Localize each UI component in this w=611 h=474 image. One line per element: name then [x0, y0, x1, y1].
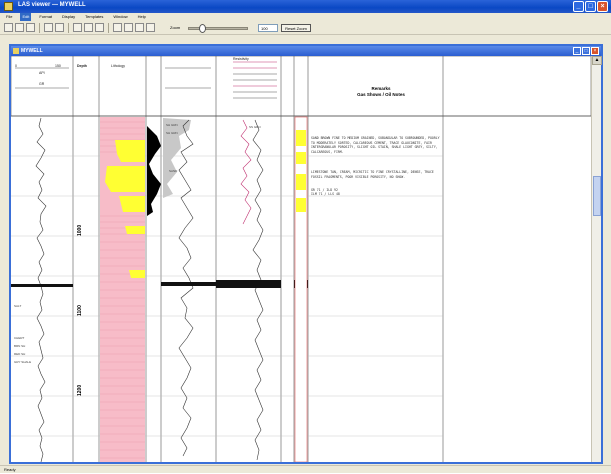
toolbar-separator — [39, 22, 40, 33]
copy-icon[interactable] — [84, 23, 93, 32]
svg-text:RED SH: RED SH — [14, 352, 25, 356]
menu-bar: File Edit Format Display Templates Windo… — [0, 13, 611, 21]
svg-text:CHERT: CHERT — [14, 336, 24, 340]
depth-mark-1000: 1000 — [77, 224, 83, 236]
zoom-out-icon[interactable] — [124, 23, 133, 32]
document-controls: _ □ × — [573, 47, 599, 55]
title-bar[interactable]: LAS viewer — MYWELL _ □ × — [0, 0, 611, 13]
application-window: LAS viewer — MYWELL _ □ × File Edit Form… — [0, 0, 611, 473]
doc-maximize-button[interactable]: □ — [582, 47, 590, 55]
scroll-up-icon[interactable]: ▲ — [592, 56, 602, 65]
reset-zoom-button[interactable]: Reset Zoom — [281, 24, 311, 32]
gr-units: API — [39, 71, 45, 75]
new-file-icon[interactable] — [4, 23, 13, 32]
menu-display[interactable]: Display — [60, 13, 77, 21]
document-window: MYWELL _ □ × SALT CHERT BRN SH RED SH GR… — [9, 44, 603, 464]
resistivity-shallow-curve — [252, 119, 264, 461]
print-preview-icon[interactable] — [55, 23, 64, 32]
window-controls: _ □ × — [573, 1, 608, 12]
document-title: MYWELL — [21, 48, 43, 54]
scroll-thumb[interactable] — [593, 176, 601, 216]
depth-grid — [11, 155, 443, 437]
menu-help[interactable]: Help — [136, 13, 148, 21]
gamma-shaded-fill — [163, 118, 191, 198]
zoom-label: Zoom — [170, 25, 181, 30]
resistivity-deep-curve — [240, 119, 252, 225]
open-folder-icon[interactable] — [15, 23, 24, 32]
cut-icon[interactable] — [73, 23, 82, 32]
help-icon[interactable] — [146, 23, 155, 32]
svg-text:SH GRN: SH GRN — [166, 131, 178, 135]
window-title: LAS viewer — MYWELL — [18, 2, 86, 8]
gr-scale-min: 0 — [15, 64, 17, 68]
remark-paragraph: ILM 71 / LLS 48 — [311, 192, 340, 197]
vertical-scrollbar[interactable]: ▲ — [591, 56, 602, 462]
close-button[interactable]: × — [597, 1, 608, 12]
doc-close-button[interactable]: × — [591, 47, 599, 55]
print-icon[interactable] — [44, 23, 53, 32]
lithology-header: Lithology — [111, 64, 126, 68]
density-curve — [178, 119, 194, 457]
cutoff-black-fill — [147, 126, 161, 216]
well-log-view[interactable]: SALT CHERT BRN SH RED SH GRY SHALE SH GR… — [11, 56, 591, 462]
minimize-button[interactable]: _ — [573, 1, 584, 12]
svg-text:SS GRN: SS GRN — [249, 125, 261, 129]
zoom-slider[interactable] — [188, 24, 248, 33]
remark-paragraph: SAND BROWN FINE TO MEDIUM GRAINED, SUBAN… — [311, 136, 440, 154]
depth-header: Depth — [77, 64, 87, 68]
remarks-text: SAND BROWN FINE TO MEDIUM GRAINED, SUBAN… — [311, 136, 441, 197]
grid-icon[interactable] — [135, 23, 144, 32]
remark-paragraph: LIMESTONE TAN, CREAM, MICRITIC TO FINE C… — [311, 170, 434, 179]
maximize-button[interactable]: □ — [585, 1, 596, 12]
svg-text:SH GRN: SH GRN — [166, 123, 178, 127]
document-icon — [13, 48, 19, 54]
toolbar-separator — [68, 22, 69, 33]
doc-minimize-button[interactable]: _ — [573, 47, 581, 55]
remarks-header: Remarks Gas Shows / Oil Notes — [311, 86, 451, 98]
paste-icon[interactable] — [95, 23, 104, 32]
gr-scale-max: 150 — [55, 64, 61, 68]
remarks-subtitle: Gas Shows / Oil Notes — [357, 92, 405, 97]
menu-edit[interactable]: Edit — [20, 13, 32, 21]
well-log-canvas: SALT CHERT BRN SH RED SH GRY SHALE SH GR… — [11, 56, 591, 462]
app-icon — [4, 2, 13, 11]
resistivity-header: Resistivity — [233, 57, 249, 61]
show-flag-column — [294, 116, 308, 462]
status-bar: Ready — [0, 465, 611, 473]
depth-mark-1200: 1200 — [77, 384, 83, 396]
zoom-in-icon[interactable] — [113, 23, 122, 32]
svg-text:GRY SHALE: GRY SHALE — [14, 360, 31, 364]
gamma-ray-curve — [35, 117, 47, 462]
gr-curve-label: GR — [39, 82, 45, 86]
marker-bands — [11, 280, 308, 288]
zoom-slider-thumb[interactable] — [199, 24, 206, 33]
document-title-bar[interactable]: MYWELL — [11, 46, 601, 56]
svg-text:SALT: SALT — [14, 304, 21, 308]
log-header-frame — [11, 56, 591, 117]
svg-text:SAND: SAND — [169, 169, 178, 173]
toolbar-separator — [108, 22, 109, 33]
menu-window[interactable]: Window — [111, 13, 129, 21]
menu-templates[interactable]: Templates — [83, 13, 105, 21]
depth-mark-1100: 1100 — [77, 305, 83, 316]
menu-format[interactable]: Format — [37, 13, 54, 21]
menu-file[interactable]: File — [4, 13, 14, 21]
svg-text:BRN SH: BRN SH — [14, 344, 25, 348]
save-icon[interactable] — [26, 23, 35, 32]
zoom-value-field[interactable]: 100 — [258, 24, 278, 32]
